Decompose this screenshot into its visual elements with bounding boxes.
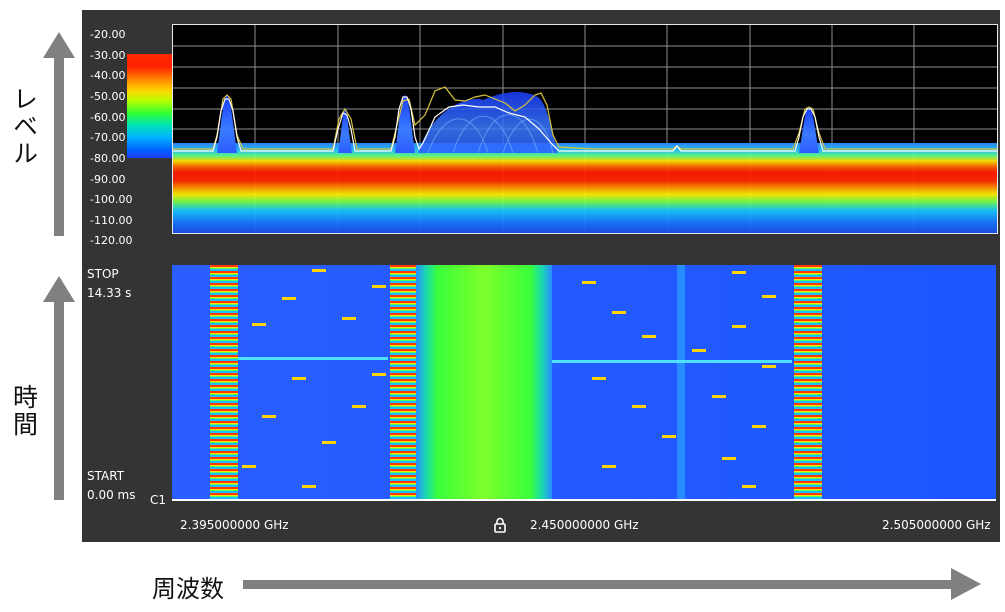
start-label: START [87,469,125,483]
level-tick: -30.00 [90,49,126,62]
channel-stripe [210,265,238,501]
level-tick: -100.00 [90,193,133,206]
level-tick: -60.00 [90,111,126,124]
level-tick: -120.00 [90,234,133,247]
channel-stripe [390,265,416,501]
level-tick: -20.00 [90,28,126,41]
spectrum-display[interactable] [172,24,998,234]
level-axis-arrow [43,32,75,236]
channel-stripe [794,265,822,501]
wideband-signal [418,91,558,153]
analyzer-panel: -20.00 -30.00 -40.00 -50.00 -60.00 -70.0… [82,10,1000,542]
channel-stripe [677,265,685,501]
level-tick: -80.00 [90,152,126,165]
lock-icon[interactable] [493,517,507,533]
center-frequency: 2.450000000 GHz [530,518,639,532]
channel-label: C1 [150,493,167,507]
level-tick: -50.00 [90,90,126,103]
level-tick: -70.00 [90,131,126,144]
color-scale-bar [127,54,173,158]
level-axis-label: レベル [4,86,44,173]
start-value: 0.00 ms [87,488,136,502]
level-axis-text: レベル [9,86,39,167]
frequency-axis-arrow [243,568,981,600]
noise-floor-band [173,143,997,233]
spectrogram-background [172,265,996,501]
frequency-axis-label: 周波数 [152,575,224,603]
wideband-trace [416,265,552,501]
time-axis-arrow [43,276,75,500]
narrow-peak [799,107,819,153]
time-axis-label: 時間 [4,384,44,444]
level-tick: -40.00 [90,69,126,82]
event-line [238,357,388,360]
spectrum-analyzer-figure: レベル 時間 -20.00 -30.00 -40.00 -50.00 -60.0… [0,0,1005,612]
stop-frequency: 2.505000000 GHz [882,518,991,532]
spectrum-svg [173,25,997,233]
level-tick: -110.00 [90,214,133,227]
level-tick: -90.00 [90,173,126,186]
spectrogram-svg [172,265,996,501]
narrow-peak [217,95,237,153]
spectrogram-display[interactable] [172,265,996,501]
event-line [552,360,792,363]
stop-value: 14.33 s [87,286,132,300]
start-frequency: 2.395000000 GHz [180,518,289,532]
stop-label: STOP [87,267,119,281]
time-axis-text: 時間 [9,384,39,438]
narrow-peak [395,95,415,153]
